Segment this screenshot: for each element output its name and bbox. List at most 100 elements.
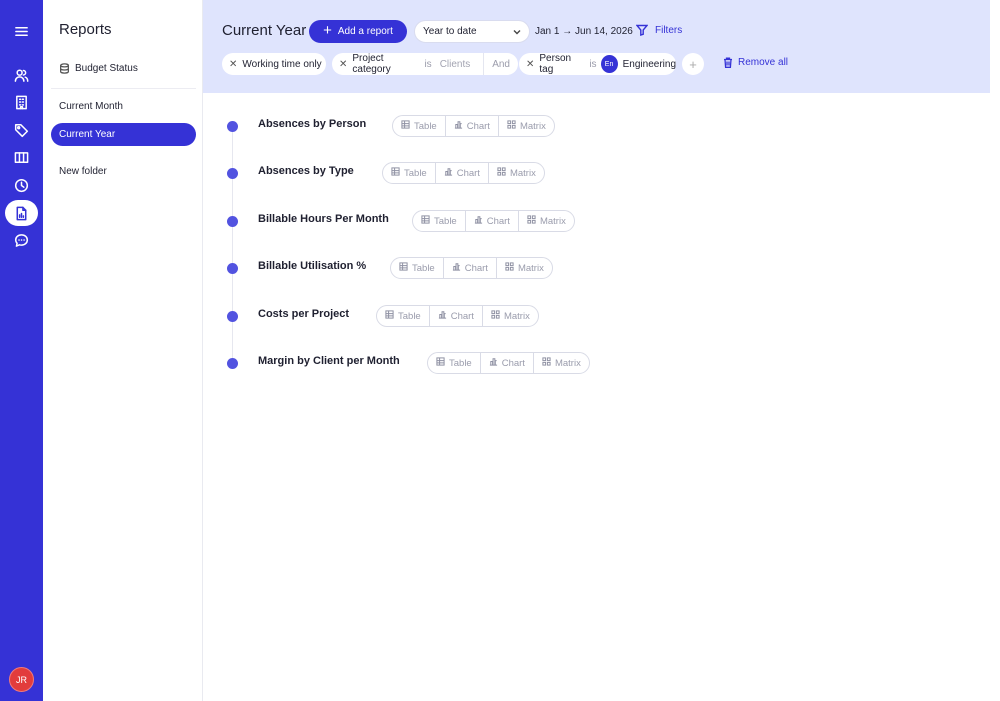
close-icon[interactable]: ✕ bbox=[339, 59, 347, 70]
filters-button[interactable]: Filters bbox=[636, 24, 682, 36]
filter-chip-project-category[interactable]: ✕ Project category is Clients And bbox=[332, 53, 518, 75]
bar-chart-icon bbox=[452, 262, 461, 274]
people-icon[interactable] bbox=[0, 62, 43, 88]
view-mode-group: Table Chart Matrix bbox=[427, 352, 590, 374]
filter-chip-working-time[interactable]: ✕ Working time only bbox=[222, 53, 326, 75]
report-row[interactable]: Billable Utilisation % Table Chart Matrix bbox=[226, 257, 626, 281]
report-dot bbox=[227, 263, 238, 274]
panel-divider bbox=[51, 88, 196, 89]
add-filter-button[interactable]: + bbox=[682, 53, 704, 75]
report-name[interactable]: Absences by Type bbox=[258, 165, 354, 177]
report-name[interactable]: Costs per Project bbox=[258, 308, 349, 320]
tag-icon[interactable] bbox=[0, 117, 43, 143]
view-label: Matrix bbox=[517, 262, 544, 274]
report-dot bbox=[227, 168, 238, 179]
page-title: Current Year bbox=[222, 22, 307, 39]
view-table-button[interactable]: Table bbox=[377, 306, 430, 326]
close-icon[interactable]: ✕ bbox=[526, 59, 534, 70]
building-icon[interactable] bbox=[0, 89, 43, 115]
folder-budget-status[interactable]: Budget Status bbox=[51, 57, 196, 80]
view-matrix-button[interactable]: Matrix bbox=[534, 353, 589, 373]
clock-icon[interactable] bbox=[0, 172, 43, 198]
grid-icon bbox=[542, 357, 551, 369]
report-dot bbox=[227, 216, 238, 227]
report-row[interactable]: Margin by Client per Month Table Chart Matr… bbox=[226, 352, 626, 376]
report-name[interactable]: Absences by Person bbox=[258, 118, 366, 130]
view-label: Chart bbox=[486, 215, 510, 227]
table-icon bbox=[401, 120, 410, 132]
view-label: Matrix bbox=[539, 215, 566, 227]
view-matrix-button[interactable]: Matrix bbox=[483, 306, 538, 326]
filter-chip-label: Working time only bbox=[242, 58, 322, 70]
view-matrix-button[interactable]: Matrix bbox=[519, 211, 574, 231]
report-row[interactable]: Billable Hours Per Month Table Chart Matrix bbox=[226, 210, 626, 234]
filter-operator: is bbox=[589, 58, 597, 70]
view-table-button[interactable]: Table bbox=[391, 258, 444, 278]
grid-icon bbox=[527, 215, 536, 227]
view-table-button[interactable]: Table bbox=[383, 163, 436, 183]
report-dot bbox=[227, 311, 238, 322]
view-matrix-button[interactable]: Matrix bbox=[497, 258, 552, 278]
view-label: Chart bbox=[450, 310, 474, 322]
trash-icon bbox=[724, 57, 732, 68]
filter-value: Clients bbox=[439, 58, 471, 70]
menu-icon[interactable] bbox=[0, 18, 43, 44]
view-table-button[interactable]: Table bbox=[393, 116, 446, 136]
date-range-text: Jan 1 → Jun 14, 2026 bbox=[535, 26, 633, 37]
report-name[interactable]: Billable Utilisation % bbox=[258, 260, 366, 272]
grid-icon bbox=[491, 310, 500, 322]
folder-label: Budget Status bbox=[75, 63, 138, 74]
filter-icon bbox=[636, 24, 648, 36]
view-label: Chart bbox=[456, 167, 480, 179]
filters-label: Filters bbox=[655, 24, 683, 36]
remove-all-button[interactable]: Remove all bbox=[723, 57, 788, 68]
table-icon bbox=[391, 167, 400, 179]
table-icon bbox=[436, 357, 445, 369]
user-avatar[interactable]: JR bbox=[9, 667, 34, 692]
date-range-select-value: Year to date bbox=[423, 26, 477, 37]
date-range-select[interactable]: Year to date bbox=[414, 20, 530, 43]
panel-title: Reports bbox=[59, 21, 112, 38]
view-label: Matrix bbox=[509, 167, 536, 179]
view-mode-group: Table Chart Matrix bbox=[376, 305, 539, 327]
report-name[interactable]: Margin by Client per Month bbox=[258, 355, 400, 367]
view-chart-button[interactable]: Chart bbox=[446, 116, 499, 136]
view-mode-group: Table Chart Matrix bbox=[382, 162, 545, 184]
view-label: Table bbox=[414, 120, 437, 132]
bar-chart-icon bbox=[454, 120, 463, 132]
folder-current-month[interactable]: Current Month bbox=[51, 95, 196, 118]
report-row[interactable]: Costs per Project Table Chart Matrix bbox=[226, 305, 626, 329]
view-table-button[interactable]: Table bbox=[428, 353, 481, 373]
add-report-button[interactable]: + Add a report bbox=[309, 20, 407, 43]
view-chart-button[interactable]: Chart bbox=[430, 306, 483, 326]
report-row[interactable]: Absences by Person Table Chart Matrix bbox=[226, 115, 626, 139]
view-label: Table bbox=[434, 215, 457, 227]
view-chart-button[interactable]: Chart bbox=[466, 211, 519, 231]
view-label: Chart bbox=[466, 120, 490, 132]
report-row[interactable]: Absences by Type Table Chart Matrix bbox=[226, 162, 626, 186]
report-dot bbox=[227, 358, 238, 369]
filter-chip-person-tag[interactable]: ✕ Person tag is En Engineering bbox=[519, 53, 676, 75]
report-name[interactable]: Billable Hours Per Month bbox=[258, 213, 389, 225]
filter-operator: is bbox=[424, 58, 432, 70]
view-chart-button[interactable]: Chart bbox=[481, 353, 534, 373]
view-label: Matrix bbox=[519, 120, 546, 132]
add-report-label: Add a report bbox=[337, 26, 393, 37]
columns-icon[interactable] bbox=[0, 144, 43, 170]
view-chart-button[interactable]: Chart bbox=[444, 258, 497, 278]
filter-value: Engineering bbox=[622, 58, 676, 70]
report-icon[interactable] bbox=[5, 200, 38, 226]
chat-icon[interactable] bbox=[0, 227, 43, 253]
new-folder-button[interactable]: New folder bbox=[51, 160, 196, 183]
view-matrix-button[interactable]: Matrix bbox=[489, 163, 544, 183]
close-icon[interactable]: ✕ bbox=[229, 59, 237, 70]
view-chart-button[interactable]: Chart bbox=[436, 163, 489, 183]
view-label: Matrix bbox=[503, 310, 530, 322]
folder-current-year[interactable]: Current Year bbox=[51, 123, 196, 146]
view-matrix-button[interactable]: Matrix bbox=[499, 116, 554, 136]
view-table-button[interactable]: Table bbox=[413, 211, 466, 231]
header-band: Current Year + Add a report Year to date… bbox=[203, 0, 990, 93]
view-mode-group: Table Chart Matrix bbox=[392, 115, 555, 137]
chip-divider bbox=[483, 53, 485, 75]
bar-chart-icon bbox=[438, 310, 447, 322]
